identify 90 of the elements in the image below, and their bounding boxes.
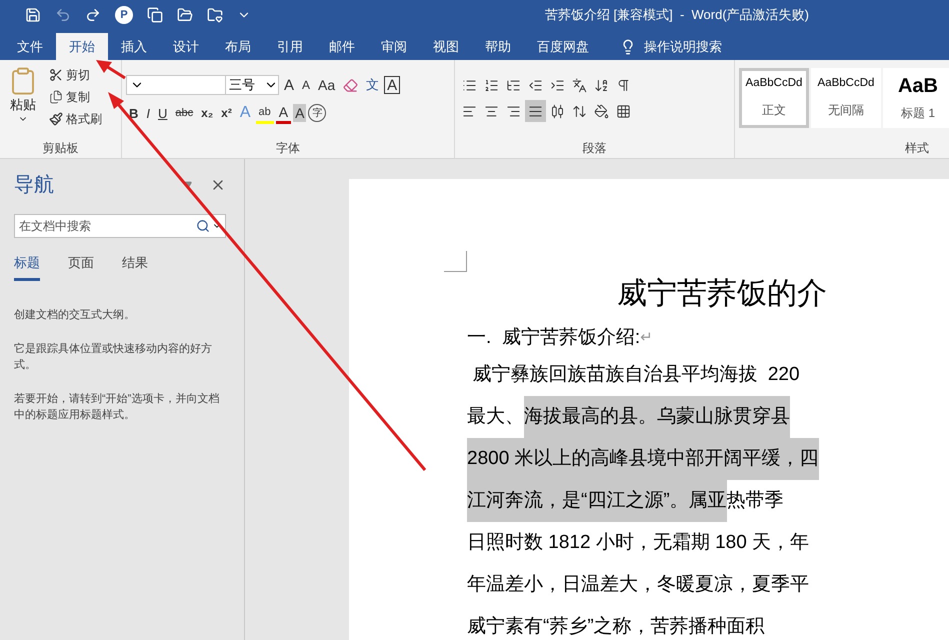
- char-shading-button[interactable]: A: [293, 104, 306, 122]
- ribbon-tab[interactable]: 设计: [160, 34, 212, 60]
- folder-icon: [177, 7, 193, 23]
- document-title: 威宁苦荞饭的介: [617, 275, 828, 313]
- align-center-icon: [484, 104, 499, 118]
- paragraph-mark: ↵: [640, 328, 653, 346]
- ribbon-tab[interactable]: 审阅: [368, 34, 420, 60]
- show-marks-icon: [616, 78, 631, 92]
- chinese-layout-icon: [572, 78, 587, 92]
- body-text: 海拔最高的县。乌蒙山脉贯穿县: [524, 396, 790, 438]
- sort-icon: [594, 78, 609, 92]
- documents-icon: [147, 7, 163, 23]
- change-case-button[interactable]: Aa: [315, 74, 338, 96]
- folder-heart-icon: [207, 7, 223, 23]
- tell-me-search[interactable]: 操作说明搜索: [614, 34, 728, 60]
- body-text: 江河奔流，是“四江之源”。属亚: [467, 480, 727, 522]
- underline-button[interactable]: U: [155, 102, 170, 124]
- increase-indent-icon: [550, 78, 565, 92]
- eraser-icon: [343, 78, 358, 92]
- line-spacing-icon: [572, 104, 587, 118]
- ribbon-tab[interactable]: 邮件: [316, 34, 368, 60]
- decrease-indent-icon: [528, 78, 543, 92]
- window-title: 苦荞饭介绍 [兼容模式] - Word(产品激活失败): [544, 6, 809, 24]
- pane-tab[interactable]: 结果: [122, 254, 148, 281]
- section-heading: 一. 威宁苦荞饭介绍:: [467, 326, 640, 350]
- group-label: 剪贴板: [42, 140, 78, 157]
- dropdown-icon[interactable]: [184, 180, 192, 188]
- char-border-button[interactable]: A: [384, 76, 400, 94]
- multilevel-list-icon: [506, 78, 521, 92]
- search-field[interactable]: 在文档中搜索: [14, 214, 226, 238]
- align-right-icon: [506, 104, 521, 118]
- bold-button[interactable]: B: [126, 102, 142, 124]
- ribbon-tab[interactable]: 插入: [108, 34, 160, 60]
- ribbon-tab[interactable]: 开始: [56, 33, 108, 60]
- strikethrough-button[interactable]: abc: [172, 102, 196, 124]
- body-text: 最大、: [467, 405, 524, 429]
- style-option[interactable]: AaBbCcDd 正文: [739, 68, 809, 128]
- search-icon: [196, 219, 210, 233]
- ribbon-tab[interactable]: 布局: [212, 34, 264, 60]
- body-text: 2800 米以上的高峰县境中部开阔平缓，四: [467, 438, 819, 480]
- font-name-field[interactable]: [126, 75, 226, 95]
- font-size-field[interactable]: 三号: [225, 75, 279, 95]
- pane-title: 导航: [14, 173, 54, 198]
- justify-button[interactable]: [525, 100, 546, 122]
- help-text: 它是跟踪具体位置或快速移动内容的好方式。: [14, 342, 213, 373]
- margin-corner-mark: [444, 251, 467, 272]
- body-text: 热带季: [726, 489, 784, 513]
- ribbon-tab[interactable]: 视图: [420, 34, 472, 60]
- body-text: 威宁彝族回族苗族自治县平均海拔 220: [471, 363, 800, 387]
- pane-tab[interactable]: 标题: [14, 254, 40, 281]
- subscript-button[interactable]: x₂: [198, 102, 216, 124]
- borders-icon: [616, 104, 631, 118]
- highlight-button[interactable]: ab: [256, 102, 274, 124]
- body-text: 威宁素有“荞乡”之称，苦荞播种面积: [467, 615, 765, 639]
- pinyin-button[interactable]: 文: [363, 74, 382, 96]
- justify-icon: [528, 104, 543, 118]
- ribbon-tab[interactable]: 百度网盘: [524, 34, 602, 60]
- align-left-icon: [462, 104, 477, 118]
- copy-button[interactable]: 复制: [46, 86, 105, 108]
- group-label: 样式: [905, 140, 929, 157]
- shrink-font-button[interactable]: A: [299, 74, 314, 96]
- paste-button[interactable]: 粘贴: [4, 64, 42, 138]
- scissors-icon: [49, 68, 63, 82]
- italic-button[interactable]: I: [143, 102, 154, 124]
- style-option[interactable]: AaBbCcDd 无间隔: [811, 68, 881, 128]
- pane-tab[interactable]: 页面: [68, 254, 94, 281]
- ribbon-tab[interactable]: 文件: [4, 34, 56, 60]
- cut-button[interactable]: 剪切: [46, 64, 105, 86]
- shading-icon: [594, 104, 609, 118]
- group-label: 段落: [582, 140, 606, 157]
- group-label: 字体: [276, 140, 300, 157]
- arrow-annotation: [96, 60, 126, 80]
- ribbon-tab[interactable]: 帮助: [472, 34, 524, 60]
- painter-button[interactable]: 格式刷: [46, 108, 105, 130]
- numbering-icon: [484, 78, 499, 92]
- ribbon-tab[interactable]: 引用: [264, 34, 316, 60]
- style-option[interactable]: AaB 标题 1: [883, 68, 949, 128]
- copy-icon: [49, 90, 63, 104]
- help-text: 若要开始，请转到“开始”选项卡，并向文档中的标题应用标题样式。: [14, 392, 220, 423]
- undo-icon: [55, 7, 71, 23]
- superscript-button[interactable]: x²: [218, 102, 235, 124]
- save-icon: [25, 7, 41, 23]
- grow-font-button[interactable]: A: [281, 74, 298, 96]
- help-text: 创建文档的交互式大纲。: [14, 308, 136, 323]
- body-text: 日照时数 1812 小时，无霜期 180 天，年: [467, 531, 810, 555]
- body-text: 年温差小，日温差大，冬暖夏凉，夏季平: [467, 573, 809, 597]
- paintbrush-icon: [49, 112, 63, 126]
- enclose-char-button[interactable]: 字: [308, 104, 326, 122]
- redo-icon: [85, 7, 101, 23]
- distribute-icon: [550, 104, 565, 118]
